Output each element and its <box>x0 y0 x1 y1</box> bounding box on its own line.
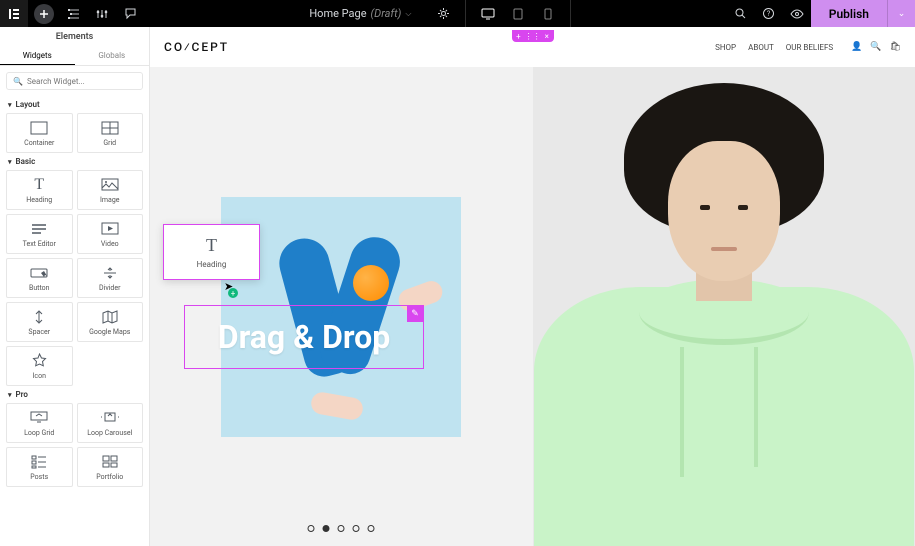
search-icon[interactable]: 🔍 <box>870 42 881 52</box>
category-pro[interactable]: Pro <box>0 386 149 403</box>
page-name: Home Page <box>309 7 366 20</box>
settings-button[interactable] <box>88 0 116 27</box>
dragging-heading-widget[interactable]: T Heading <box>163 224 260 280</box>
carousel-dot[interactable] <box>323 525 330 532</box>
loop-carousel-icon <box>100 410 120 426</box>
tablet-device-button[interactable] <box>504 0 532 27</box>
widget-posts[interactable]: Posts <box>6 447 73 487</box>
nav-shop[interactable]: SHOP <box>715 43 736 52</box>
widget-portfolio[interactable]: Portfolio <box>77 447 144 487</box>
widget-image[interactable]: Image <box>77 170 144 210</box>
widget-loop-grid[interactable]: Loop Grid <box>6 403 73 443</box>
nav-beliefs[interactable]: OUR BELIEFS <box>786 43 833 52</box>
publish-button[interactable]: Publish <box>811 0 887 27</box>
carousel-dot[interactable] <box>308 525 315 532</box>
model-photo <box>533 67 915 546</box>
loop-grid-icon <box>30 410 48 426</box>
desktop-device-button[interactable] <box>474 0 502 27</box>
widget-grid[interactable]: Grid <box>77 113 144 153</box>
orange-graphic <box>353 265 389 301</box>
widget-button[interactable]: Button <box>6 258 73 298</box>
finder-button[interactable] <box>727 0 755 27</box>
add-element-button[interactable] <box>34 4 54 24</box>
page-title-dropdown[interactable]: Home Page (Draft) ⌵ <box>299 7 421 20</box>
hero-left-column[interactable]: ✎ Drag & Drop T Heading ➤ + <box>150 67 533 546</box>
hero-right-column[interactable] <box>533 67 915 546</box>
tab-widgets[interactable]: Widgets <box>0 46 75 65</box>
help-button[interactable]: ? <box>755 0 783 27</box>
comments-button[interactable] <box>116 0 144 27</box>
site-logo[interactable]: CO⁄CEPT <box>164 40 229 54</box>
button-icon <box>30 265 48 281</box>
search-icon: 🔍 <box>13 77 23 86</box>
spacer-icon <box>32 309 46 325</box>
map-icon <box>102 309 118 325</box>
elementor-logo-button[interactable] <box>0 0 28 27</box>
hand-graphic <box>310 390 365 421</box>
widget-container[interactable]: Container <box>6 113 73 153</box>
text-editor-icon <box>31 221 47 237</box>
carousel-dot[interactable] <box>353 525 360 532</box>
search-widget-field[interactable]: 🔍 <box>6 72 143 90</box>
cart-icon[interactable]: 🛍 <box>890 42 901 52</box>
panel-title: Elements <box>0 27 149 46</box>
chevron-down-icon: ⌵ <box>405 9 411 19</box>
container-icon <box>30 120 48 136</box>
carousel-dot[interactable] <box>368 525 375 532</box>
video-icon <box>101 221 119 237</box>
widget-divider[interactable]: Divider <box>77 258 144 298</box>
category-layout[interactable]: Layout <box>0 96 149 113</box>
widget-heading[interactable]: THeading <box>6 170 73 210</box>
widget-spacer[interactable]: Spacer <box>6 302 73 342</box>
heading-icon: T <box>206 235 217 256</box>
heading-icon: T <box>34 177 44 193</box>
elements-panel: Elements Widgets Globals 🔍 Layout Contai… <box>0 27 150 546</box>
grid-icon <box>101 120 119 136</box>
account-icon[interactable]: 👤 <box>851 42 862 52</box>
drop-placeholder-text: Drag & Drop <box>218 318 390 356</box>
star-icon <box>32 353 47 369</box>
widget-text-editor[interactable]: Text Editor <box>6 214 73 254</box>
drop-target-area[interactable]: ✎ Drag & Drop <box>184 305 424 369</box>
structure-button[interactable] <box>60 0 88 27</box>
svg-text:?: ? <box>767 10 771 18</box>
editor-canvas[interactable]: + ⋮⋮ × CO⁄CEPT SHOP ABOUT OUR BELIEFS 👤 … <box>150 27 915 546</box>
mobile-device-button[interactable] <box>534 0 562 27</box>
drag-section-icon[interactable]: ⋮⋮ <box>525 32 541 41</box>
carousel-dots <box>308 525 375 532</box>
divider-icon <box>102 265 118 281</box>
add-section-icon[interactable]: + <box>516 32 521 41</box>
search-input[interactable] <box>27 77 137 86</box>
page-status: (Draft) <box>371 7 402 20</box>
posts-icon <box>31 454 47 470</box>
carousel-dot[interactable] <box>338 525 345 532</box>
close-section-icon[interactable]: × <box>545 32 549 41</box>
page-settings-button[interactable] <box>429 0 457 27</box>
widget-loop-carousel[interactable]: Loop Carousel <box>77 403 144 443</box>
nav-about[interactable]: ABOUT <box>748 43 774 52</box>
publish-options-button[interactable]: ⌄ <box>887 0 915 27</box>
cursor-icon: ➤ <box>224 280 233 293</box>
preview-button[interactable] <box>783 0 811 27</box>
category-basic[interactable]: Basic <box>0 153 149 170</box>
chevron-down-icon: ⌄ <box>898 9 906 19</box>
portfolio-icon <box>102 454 118 470</box>
top-bar: Home Page (Draft) ⌵ ? Publish ⌄ <box>0 0 915 27</box>
section-controls[interactable]: + ⋮⋮ × <box>512 30 554 42</box>
image-icon <box>101 177 119 193</box>
widget-icon[interactable]: Icon <box>6 346 73 386</box>
widget-video[interactable]: Video <box>77 214 144 254</box>
widget-google-maps[interactable]: Google Maps <box>77 302 144 342</box>
tab-globals[interactable]: Globals <box>75 46 150 65</box>
edit-widget-button[interactable]: ✎ <box>407 306 423 322</box>
